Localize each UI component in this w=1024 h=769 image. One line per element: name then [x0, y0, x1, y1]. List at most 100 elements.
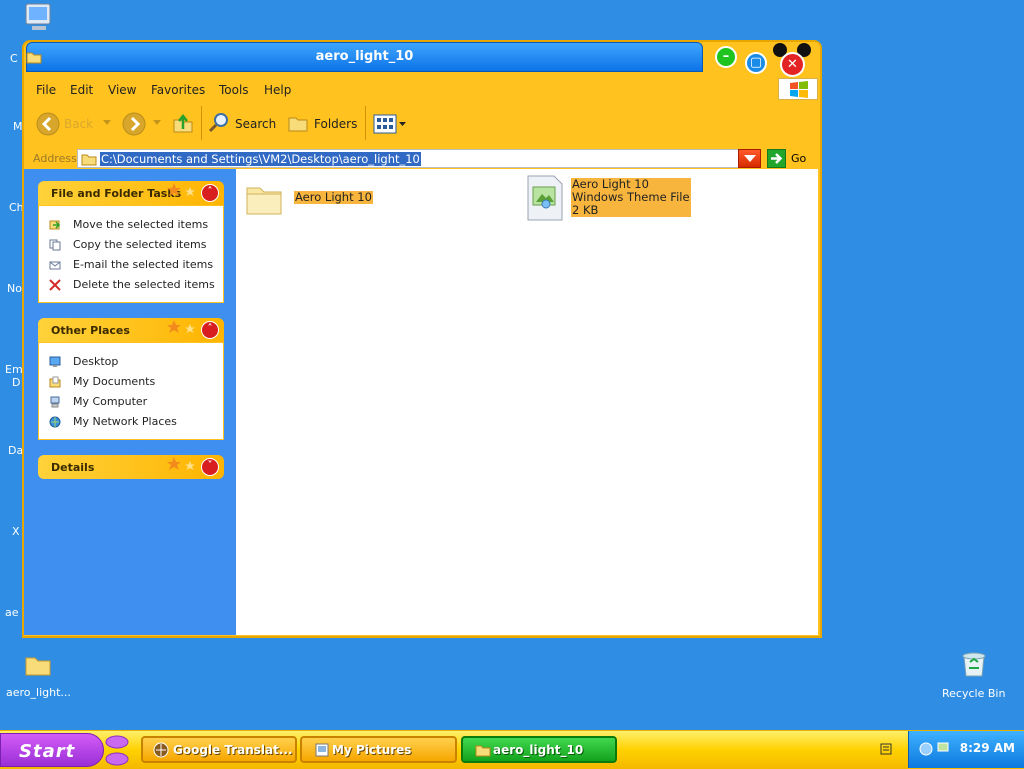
desktop-label-da[interactable]: Da: [8, 444, 23, 457]
theme-file-icon[interactable]: [524, 174, 566, 222]
address-value[interactable]: C:\Documents and Settings\VM2\Desktop\ae…: [100, 152, 421, 166]
menu-edit[interactable]: Edit: [70, 83, 93, 97]
network-tray-icon[interactable]: [936, 741, 950, 755]
browser-icon: [153, 742, 169, 758]
pictures-folder-icon: [315, 743, 329, 757]
folders-button[interactable]: Folders: [314, 117, 357, 131]
place-my-documents-label[interactable]: My Documents: [73, 375, 155, 388]
place-my-computer-label[interactable]: My Computer: [73, 395, 147, 408]
language-bar-icon[interactable]: [880, 742, 892, 756]
email-icon: [49, 261, 61, 270]
back-icon[interactable]: [36, 112, 60, 136]
window-title: aero_light_10: [315, 49, 414, 64]
menu-favorites[interactable]: Favorites: [151, 83, 205, 97]
desktop-folder-label[interactable]: aero_light...: [6, 686, 71, 699]
collapse-chevron-icon[interactable]: ˄: [201, 184, 219, 202]
file-folder-tasks-header[interactable]: File and Folder Tasks ˄: [38, 181, 224, 205]
task-delete-label[interactable]: Delete the selected items: [73, 278, 215, 291]
collapse-chevron-icon[interactable]: ˄: [201, 321, 219, 339]
folder-icon[interactable]: [244, 178, 284, 218]
folder-icon: [475, 745, 491, 757]
clock[interactable]: 8:29 AM: [960, 741, 1015, 755]
taskbar-button-my-pictures[interactable]: My Pictures: [300, 736, 457, 763]
other-places-header[interactable]: Other Places ˄: [38, 318, 224, 342]
taskbar-label-google-translate: Google Translat...: [173, 743, 293, 757]
menu-file[interactable]: File: [36, 83, 56, 97]
documents-icon: [49, 376, 61, 388]
start-ears-icon: [105, 735, 129, 766]
copy-icon: [49, 239, 61, 251]
search-icon[interactable]: [207, 111, 231, 135]
menu-tools[interactable]: Tools: [219, 83, 249, 97]
details-title: Details: [51, 461, 95, 474]
windows-flag-icon: [790, 81, 808, 98]
details-header[interactable]: Details ˅: [38, 455, 224, 479]
desktop-label-x[interactable]: X: [12, 525, 20, 538]
go-button-label[interactable]: Go: [791, 152, 806, 165]
volume-icon[interactable]: [919, 742, 933, 756]
title-bar[interactable]: aero_light_10: [26, 42, 703, 72]
taskbar-button-google-translate[interactable]: Google Translat...: [141, 736, 297, 763]
up-folder-icon[interactable]: [171, 111, 195, 135]
stars-decoration-icon: [167, 457, 195, 470]
place-my-network-label[interactable]: My Network Places: [73, 415, 177, 428]
stars-decoration-icon: [167, 183, 195, 196]
address-input[interactable]: C:\Documents and Settings\VM2\Desktop\ae…: [77, 149, 761, 168]
address-folder-icon: [81, 154, 97, 166]
menu-help[interactable]: Help: [264, 83, 291, 97]
file-folder-tasks-body: Move the selected items Copy the selecte…: [38, 205, 224, 303]
task-email-label[interactable]: E-mail the selected items: [73, 258, 213, 271]
folder-item-name[interactable]: Aero Light 10: [294, 191, 373, 204]
task-copy-label[interactable]: Copy the selected items: [73, 238, 206, 251]
file-list-area[interactable]: [236, 169, 818, 635]
network-icon: [49, 416, 61, 428]
menu-bar: File Edit View Favorites Tools Help: [24, 78, 820, 100]
go-arrow-button[interactable]: [767, 149, 786, 168]
taskbar-button-aero-light[interactable]: aero_light_10: [461, 736, 617, 763]
address-label: Address: [33, 152, 77, 165]
views-icon[interactable]: [373, 114, 407, 134]
place-desktop-label[interactable]: Desktop: [73, 355, 118, 368]
system-tray: 8:29 AM: [908, 731, 1024, 768]
desktop-label-no[interactable]: No: [7, 282, 22, 295]
search-button[interactable]: Search: [235, 117, 276, 131]
taskbar-label-my-pictures: My Pictures: [332, 743, 412, 757]
other-places-body: Desktop My Documents My Computer My Netw…: [38, 342, 224, 440]
delete-icon: [49, 279, 61, 291]
expand-chevron-icon[interactable]: ˅: [201, 458, 219, 476]
back-button[interactable]: Back: [64, 117, 93, 131]
recycle-bin-label[interactable]: Recycle Bin: [942, 687, 1005, 700]
address-dropdown-button[interactable]: [738, 149, 761, 168]
forward-icon[interactable]: [122, 112, 146, 136]
theme-file-details[interactable]: Aero Light 10 Windows Theme File 2 KB: [571, 178, 691, 217]
start-button[interactable]: Start: [0, 733, 104, 767]
desktop-icon: [49, 356, 61, 367]
maximize-button[interactable]: ▢: [745, 52, 767, 74]
computer-icon: [50, 396, 60, 408]
menu-view[interactable]: View: [108, 83, 136, 97]
desktop-label-em[interactable]: Em: [5, 363, 23, 376]
other-places-title: Other Places: [51, 324, 130, 337]
toolbar-separator-2: [365, 106, 366, 140]
chevron-down-icon: [744, 155, 756, 162]
move-icon: [49, 220, 61, 230]
go-arrow-icon: [771, 153, 783, 164]
desktop-label-ae[interactable]: ae: [5, 606, 19, 619]
window-folder-icon[interactable]: [26, 50, 42, 64]
my-computer-desktop-icon[interactable]: [22, 2, 56, 34]
forward-dropdown-icon[interactable]: [153, 120, 161, 126]
task-move-label[interactable]: Move the selected items: [73, 218, 208, 231]
back-dropdown-icon[interactable]: [103, 120, 111, 126]
desktop-folder-icon[interactable]: [24, 652, 52, 678]
recycle-bin-icon[interactable]: [958, 648, 990, 680]
windows-logo-box: [778, 78, 818, 100]
close-button[interactable]: ✕: [780, 52, 805, 77]
desktop-label-c[interactable]: C: [10, 52, 18, 65]
desktop-label-d[interactable]: D: [12, 376, 20, 389]
taskbar-label-aero-light: aero_light_10: [493, 743, 584, 757]
file-folder-tasks-title: File and Folder Tasks: [51, 187, 182, 200]
folders-icon[interactable]: [287, 113, 309, 133]
minimize-button[interactable]: –: [715, 46, 737, 68]
start-label: Start: [19, 741, 76, 762]
toolbar-separator: [201, 106, 202, 140]
